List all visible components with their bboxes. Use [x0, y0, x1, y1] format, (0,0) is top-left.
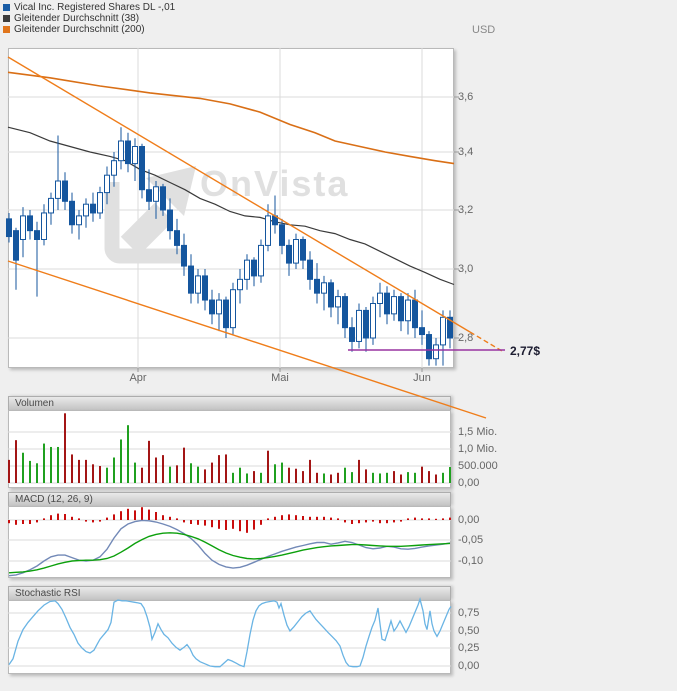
volume-y-tick-label: 1,5 Mio. — [458, 426, 497, 438]
macd-y-tick-label: 0,00 — [458, 514, 479, 526]
volume-y-tick-label: 1,0 Mio. — [458, 443, 497, 455]
ma200-swatch-icon — [3, 26, 10, 33]
legend-item-label: Gleitender Durchschnitt (200) — [14, 24, 145, 35]
volume-y-tick-label: 0,00 — [458, 477, 479, 489]
volume-panel-title: Volumen — [15, 398, 54, 409]
legend-item-ma200[interactable]: Gleitender Durchschnitt (200) — [3, 24, 175, 35]
macd-y-tick-label: -0,05 — [458, 534, 483, 546]
rsi-y-tick-label: 0,25 — [458, 642, 479, 654]
macd-panel-header: MACD (12, 26, 9) — [8, 492, 451, 506]
rsi-plot-area[interactable] — [8, 600, 451, 674]
last-price-label: 2,77$ — [510, 344, 540, 358]
rsi-panel-title: Stochastic RSI — [15, 588, 81, 599]
volume-panel-header: Volumen — [8, 396, 451, 410]
macd-panel-title: MACD (12, 26, 9) — [15, 494, 93, 505]
price-y-tick-label: 3,0 — [458, 263, 473, 275]
macd-y-tick-label: -0,10 — [458, 555, 483, 567]
ma38-swatch-icon — [3, 15, 10, 22]
price-y-tick-label: 3,6 — [458, 91, 473, 103]
price-y-tick-label: 3,4 — [458, 146, 473, 158]
price-y-tick-label: 3,2 — [458, 204, 473, 216]
volume-y-tick-label: 500.000 — [458, 460, 498, 472]
price-y-tick-label: 2,8 — [458, 332, 473, 344]
x-axis-month-label: Apr — [129, 372, 146, 384]
onvista-watermark: OnVista — [200, 163, 349, 205]
x-axis-month-label: Jun — [413, 372, 431, 384]
price-plot-area[interactable] — [8, 48, 454, 368]
legend-item-instrument[interactable]: Vical Inc. Registered Shares DL -,01 — [3, 2, 175, 13]
legend-item-label: Vical Inc. Registered Shares DL -,01 — [14, 2, 175, 13]
macd-plot-area[interactable] — [8, 506, 451, 578]
instrument-swatch-icon — [3, 4, 10, 11]
volume-plot-area[interactable] — [8, 410, 451, 488]
chart-page: Vical Inc. Registered Shares DL -,01 Gle… — [0, 0, 677, 691]
legend-item-label: Gleitender Durchschnitt (38) — [14, 13, 139, 24]
legend: Vical Inc. Registered Shares DL -,01 Gle… — [3, 2, 175, 35]
rsi-panel-header: Stochastic RSI — [8, 586, 451, 600]
legend-item-ma38[interactable]: Gleitender Durchschnitt (38) — [3, 13, 175, 24]
currency-axis-label: USD — [472, 24, 495, 36]
rsi-y-tick-label: 0,50 — [458, 625, 479, 637]
x-axis-month-label: Mai — [271, 372, 289, 384]
rsi-y-tick-label: 0,00 — [458, 660, 479, 672]
rsi-y-tick-label: 0,75 — [458, 607, 479, 619]
